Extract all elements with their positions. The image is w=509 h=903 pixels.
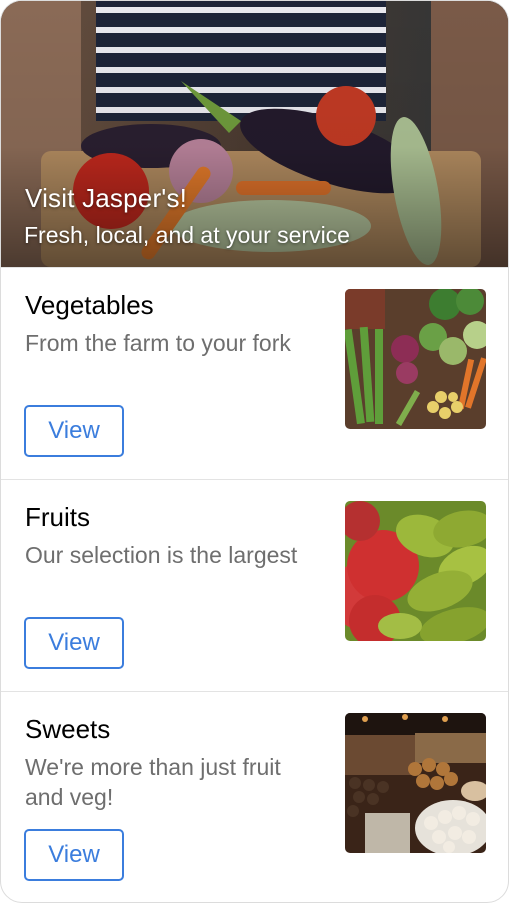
hero-title: Visit Jasper's! — [25, 183, 188, 213]
item-title: Fruits — [25, 502, 90, 532]
item-title: Sweets — [25, 714, 111, 744]
view-vegetables-button[interactable]: View — [24, 405, 124, 457]
vegetables-photo — [345, 289, 486, 429]
item-description: We're more than just fruit and veg! — [25, 754, 281, 810]
view-fruits-button[interactable]: View — [24, 617, 124, 669]
app-card: Visit Jasper's! Fresh, local, and at you… — [0, 0, 509, 903]
list-item-fruits: Fruits Our selection is the largest View — [1, 479, 508, 691]
list-item-sweets: Sweets We're more than just fruit and ve… — [1, 691, 508, 902]
hero-subtitle: Fresh, local, and at your service — [24, 222, 350, 248]
sweets-photo — [345, 713, 486, 853]
hero-banner: Visit Jasper's! Fresh, local, and at you… — [1, 1, 508, 267]
item-description: From the farm to your fork — [25, 330, 291, 356]
item-description: Our selection is the largest — [25, 542, 298, 568]
view-sweets-button[interactable]: View — [24, 829, 124, 881]
list-item-vegetables: Vegetables From the farm to your fork Vi… — [1, 267, 508, 479]
item-title: Vegetables — [25, 290, 154, 320]
fruits-photo — [345, 501, 486, 641]
